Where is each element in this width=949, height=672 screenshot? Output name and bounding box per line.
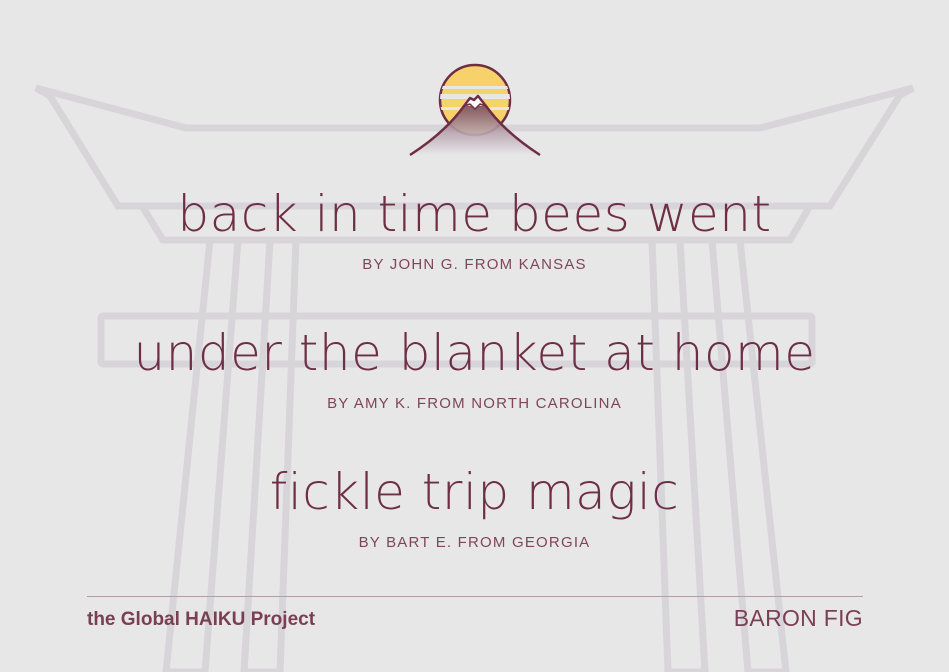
haiku-line-3: fickle trip magic bbox=[269, 463, 680, 521]
haiku-line-2: under the blanket at home bbox=[133, 324, 816, 382]
brand-logo-text: BARON FIG bbox=[733, 605, 863, 631]
haiku-line-1: back in time bees went bbox=[177, 185, 772, 243]
sun-mountain-icon bbox=[409, 63, 541, 157]
footer-divider bbox=[87, 596, 863, 597]
haiku-byline-2: BY AMY K. FROM NORTH CAROLINA bbox=[327, 395, 622, 412]
haiku-byline-1: BY JOHN G. FROM KANSAS bbox=[362, 256, 587, 273]
project-title: the Global HAIKU Project bbox=[87, 609, 316, 630]
haiku-byline-3: BY BART E. FROM GEORGIA bbox=[358, 534, 591, 551]
